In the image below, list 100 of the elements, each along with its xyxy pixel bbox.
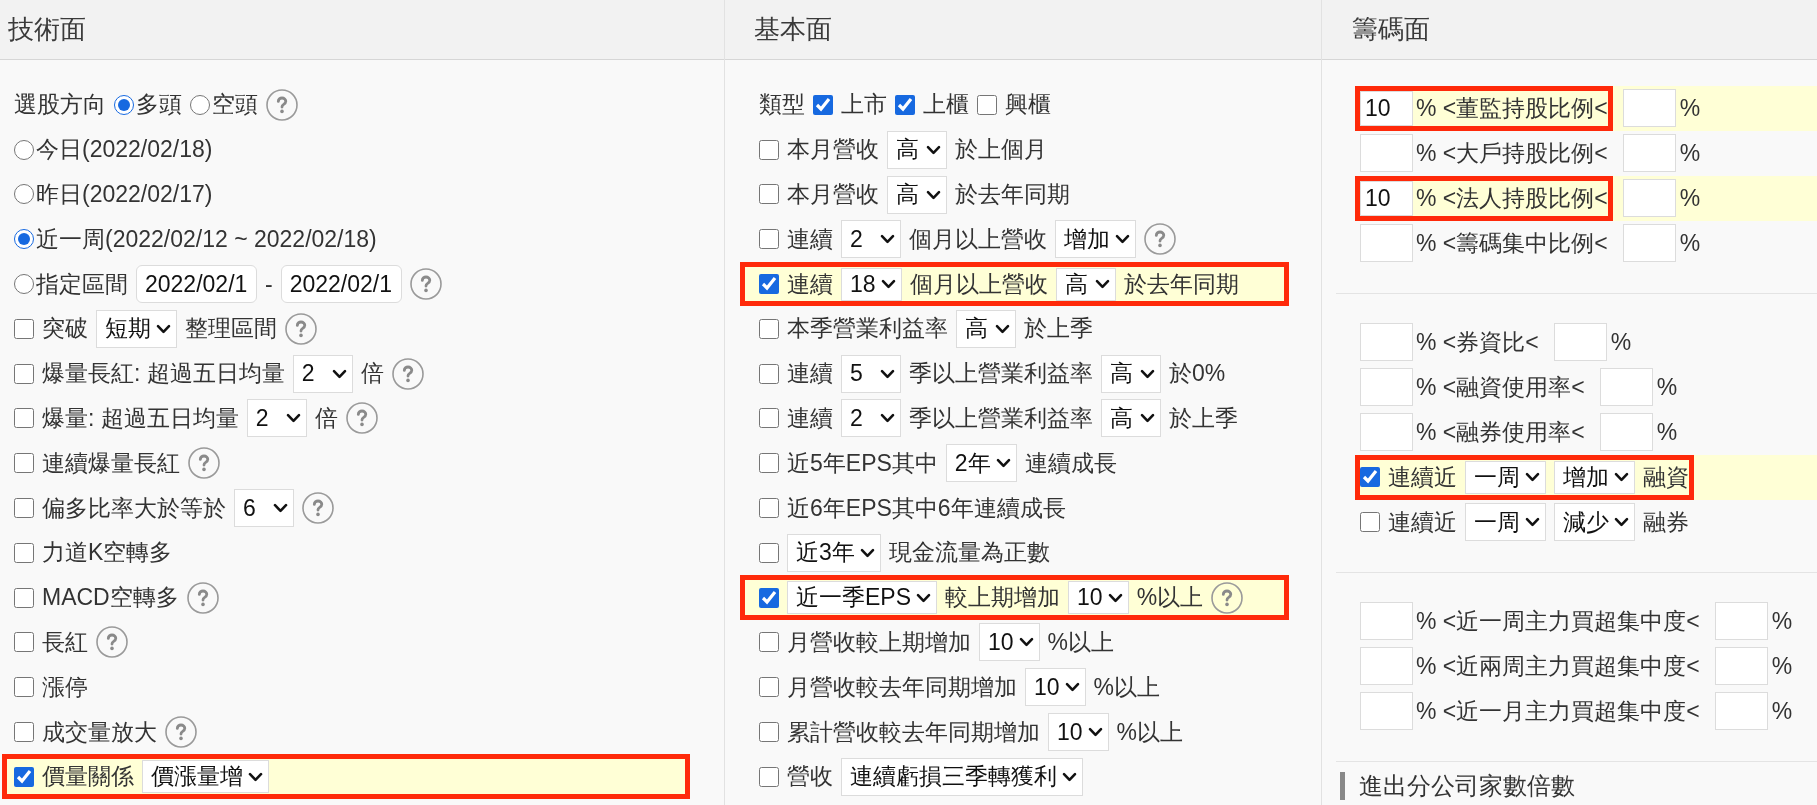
help-icon[interactable] (186, 581, 219, 614)
date-field[interactable]: 2022/02/1 (280, 265, 402, 304)
number-field[interactable] (1714, 647, 1768, 685)
date-field[interactable]: 2022/02/1 (136, 265, 257, 304)
number-field[interactable] (1360, 602, 1413, 640)
number-field[interactable] (1360, 413, 1413, 451)
number-field[interactable] (1360, 134, 1413, 172)
help-icon[interactable] (285, 312, 317, 345)
number-field[interactable] (1714, 602, 1768, 640)
checkbox[interactable] (1360, 467, 1380, 487)
dropdown[interactable]: 10 (1025, 668, 1086, 707)
radio-button[interactable] (14, 184, 34, 205)
checkbox[interactable] (759, 408, 779, 429)
checkbox[interactable] (813, 94, 833, 115)
dropdown[interactable]: 高 (1055, 267, 1116, 301)
dropdown[interactable]: 價漲量增 (142, 760, 269, 794)
radio-button[interactable] (190, 94, 210, 115)
number-field[interactable] (1360, 224, 1413, 262)
checkbox[interactable] (895, 94, 915, 115)
dropdown[interactable]: 高 (1101, 399, 1161, 438)
checkbox[interactable] (759, 274, 779, 295)
radio-button[interactable] (114, 94, 134, 115)
number-field[interactable] (1622, 224, 1676, 262)
help-icon[interactable] (188, 447, 220, 480)
number-field[interactable] (1622, 134, 1676, 172)
dropdown[interactable]: 2 (841, 220, 901, 259)
number-field[interactable] (1360, 692, 1413, 730)
dropdown[interactable]: 2 (292, 354, 353, 393)
help-icon[interactable] (409, 268, 442, 301)
dropdown[interactable]: 10 (1068, 581, 1129, 615)
number-field[interactable] (1360, 323, 1413, 361)
dropdown[interactable]: 連續虧損三季轉獲利 (841, 757, 1083, 796)
unit-text: % (1771, 652, 1793, 680)
help-icon[interactable] (302, 492, 334, 525)
number-field[interactable] (1599, 368, 1653, 406)
dropdown[interactable]: 5 (841, 354, 901, 393)
dropdown[interactable]: 6 (234, 489, 294, 528)
checkbox[interactable] (14, 408, 34, 429)
checkbox[interactable] (759, 766, 779, 787)
checkbox[interactable] (759, 229, 779, 250)
dropdown[interactable]: 18 (841, 267, 902, 301)
number-field[interactable] (1714, 692, 1768, 730)
help-icon[interactable] (1144, 223, 1176, 256)
checkbox[interactable] (14, 542, 34, 563)
radio-button[interactable] (14, 274, 34, 295)
checkbox[interactable] (759, 677, 779, 698)
number-field[interactable] (1599, 413, 1653, 451)
dropdown[interactable]: 減少 (1554, 503, 1635, 541)
number-field[interactable]: 10 (1360, 180, 1413, 216)
help-icon[interactable] (96, 626, 128, 659)
checkbox[interactable] (14, 677, 34, 698)
checkbox[interactable] (759, 363, 779, 384)
dropdown[interactable]: 近3年 (787, 533, 881, 572)
number-field[interactable] (1622, 89, 1676, 127)
checkbox[interactable] (759, 453, 779, 474)
checkbox[interactable] (759, 498, 779, 519)
dropdown[interactable]: 10 (1048, 713, 1109, 752)
checkbox[interactable] (14, 453, 34, 474)
dropdown[interactable]: 高 (956, 309, 1016, 348)
help-icon[interactable] (345, 402, 378, 435)
checkbox[interactable] (977, 94, 997, 115)
checkbox[interactable] (759, 722, 779, 743)
checkbox[interactable] (14, 498, 34, 519)
checkbox[interactable] (1360, 512, 1380, 532)
dropdown[interactable]: 增加 (1554, 460, 1635, 494)
dropdown[interactable]: 2年 (945, 444, 1017, 483)
checkbox[interactable] (759, 632, 779, 653)
checkbox[interactable] (14, 722, 34, 743)
help-icon[interactable] (391, 357, 424, 390)
radio-button[interactable] (14, 139, 34, 160)
checkbox[interactable] (759, 542, 779, 563)
checkbox[interactable] (14, 766, 34, 787)
checkbox[interactable] (14, 318, 34, 339)
dropdown[interactable]: 10 (979, 623, 1040, 662)
checkbox[interactable] (14, 363, 34, 384)
dropdown[interactable]: 一周 (1465, 503, 1546, 541)
number-field[interactable] (1360, 647, 1413, 685)
dropdown[interactable]: 一周 (1465, 460, 1546, 494)
number-field[interactable] (1553, 323, 1607, 361)
radio-button[interactable] (14, 229, 34, 250)
dropdown[interactable]: 高 (887, 130, 947, 169)
dropdown[interactable]: 短期 (96, 309, 177, 348)
checkbox[interactable] (759, 139, 779, 160)
number-field[interactable] (1622, 179, 1676, 217)
checkbox[interactable] (759, 184, 779, 205)
checkbox[interactable] (14, 587, 34, 608)
number-field[interactable] (1360, 368, 1413, 406)
dropdown[interactable]: 2 (841, 399, 901, 438)
checkbox[interactable] (759, 318, 779, 339)
checkbox[interactable] (759, 587, 779, 608)
dropdown[interactable]: 2 (246, 399, 307, 438)
help-icon[interactable] (266, 88, 298, 121)
checkbox[interactable] (14, 632, 34, 653)
help-icon[interactable] (1211, 581, 1244, 614)
dropdown[interactable]: 近一季EPS (787, 581, 938, 615)
dropdown[interactable]: 高 (887, 175, 947, 214)
help-icon[interactable] (165, 716, 197, 749)
number-field[interactable]: 10 (1360, 90, 1413, 126)
dropdown[interactable]: 高 (1101, 354, 1161, 393)
dropdown[interactable]: 增加 (1055, 220, 1136, 259)
